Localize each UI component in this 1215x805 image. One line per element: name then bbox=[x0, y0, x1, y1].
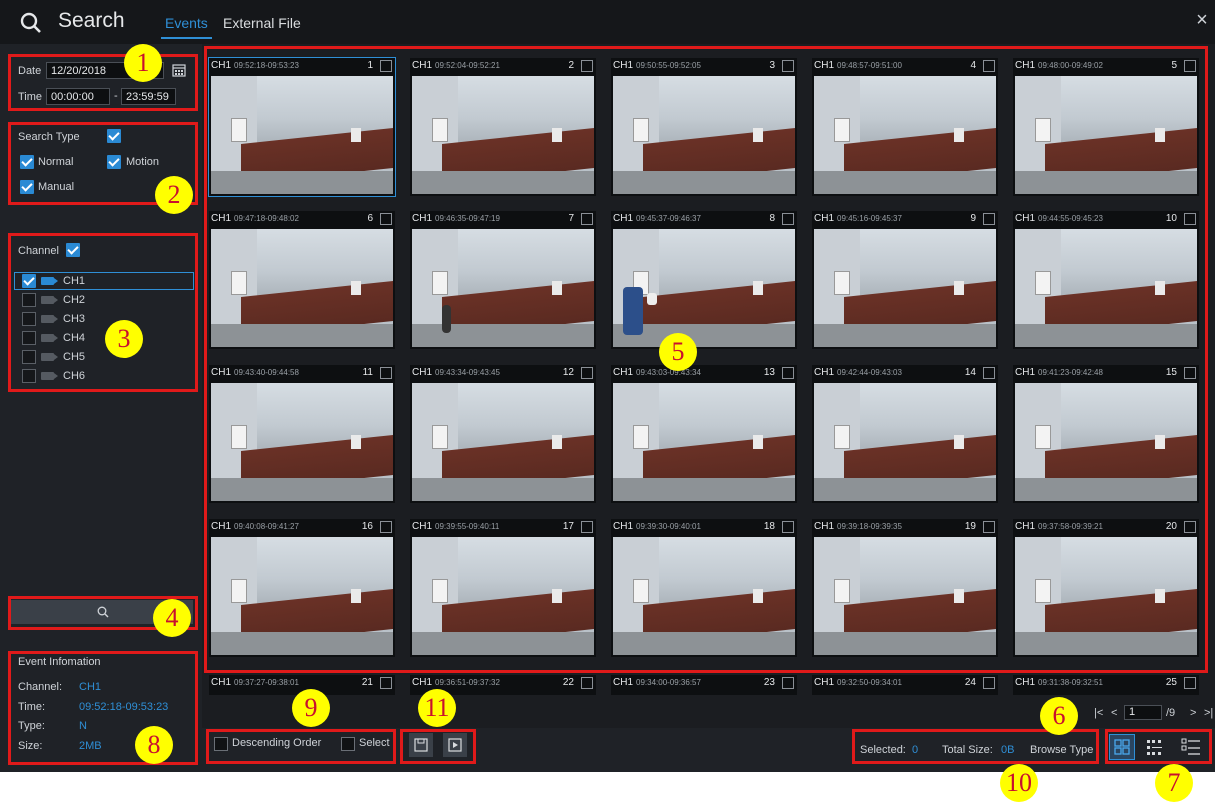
thumbnail-checkbox[interactable] bbox=[983, 677, 995, 689]
callout-badge: 6 bbox=[1040, 697, 1078, 735]
callout-badge: 5 bbox=[659, 333, 697, 371]
callout-badge: 1 bbox=[124, 44, 162, 82]
thumbnail-channel: CH1 bbox=[1015, 677, 1036, 688]
thumbnail-channel: CH1 bbox=[412, 677, 433, 688]
annotation-box-3 bbox=[8, 233, 198, 392]
thumbnail-time: 09:37:27-09:38:01 bbox=[234, 678, 299, 687]
thumbnail-channel: CH1 bbox=[613, 677, 634, 688]
thumbnail-checkbox[interactable] bbox=[380, 677, 392, 689]
thumbnail-header: CH1 09:34:00-09:36:57 23 bbox=[611, 675, 797, 691]
thumbnail-index: 24 bbox=[964, 677, 976, 688]
annotation-box-7 bbox=[1105, 729, 1212, 764]
annotation-box-5 bbox=[204, 46, 1208, 673]
page-title: Search bbox=[58, 9, 125, 32]
thumbnail-checkbox[interactable] bbox=[581, 677, 593, 689]
callout-badge: 7 bbox=[1155, 764, 1193, 802]
annotation-box-9 bbox=[206, 729, 396, 764]
callout-badge: 4 bbox=[153, 599, 191, 637]
active-tab-indicator bbox=[161, 37, 212, 39]
close-button[interactable]: × bbox=[1193, 10, 1211, 30]
thumbnail-header: CH1 09:31:38-09:32:51 25 bbox=[1013, 675, 1199, 691]
thumbnail-checkbox[interactable] bbox=[782, 677, 794, 689]
search-icon bbox=[20, 12, 41, 33]
tab-events[interactable]: Events bbox=[165, 15, 208, 31]
thumbnail-index: 25 bbox=[1165, 677, 1177, 688]
callout-badge: 3 bbox=[105, 320, 143, 358]
annotation-box-11 bbox=[400, 729, 476, 764]
thumbnail-header: CH1 09:37:27-09:38:01 21 bbox=[209, 675, 395, 691]
thumbnail-header: CH1 09:32:50-09:34:01 24 bbox=[812, 675, 998, 691]
callout-badge: 10 bbox=[1000, 764, 1038, 802]
thumbnail-time: 09:34:00-09:36:57 bbox=[636, 678, 701, 687]
thumbnail-time: 09:32:50-09:34:01 bbox=[837, 678, 902, 687]
top-bar: Search Events External File × bbox=[0, 0, 1215, 44]
event-thumbnail[interactable]: CH1 09:32:50-09:34:01 24 bbox=[812, 675, 998, 695]
thumbnail-time: 09:31:38-09:32:51 bbox=[1038, 678, 1103, 687]
event-thumbnail[interactable]: CH1 09:34:00-09:36:57 23 bbox=[611, 675, 797, 695]
callout-badge: 2 bbox=[155, 176, 193, 214]
thumbnail-channel: CH1 bbox=[814, 677, 835, 688]
thumbnail-channel: CH1 bbox=[211, 677, 232, 688]
tab-external-file[interactable]: External File bbox=[223, 15, 301, 31]
thumbnail-time: 09:36:51-09:37:32 bbox=[435, 678, 500, 687]
annotation-box-1 bbox=[8, 54, 198, 111]
thumbnail-index: 21 bbox=[361, 677, 373, 688]
event-thumbnail[interactable]: CH1 09:31:38-09:32:51 25 bbox=[1013, 675, 1199, 695]
callout-badge: 9 bbox=[292, 689, 330, 727]
callout-badge: 11 bbox=[418, 689, 456, 727]
annotation-box-6 bbox=[1093, 700, 1213, 725]
thumbnail-checkbox[interactable] bbox=[1184, 677, 1196, 689]
thumbnail-index: 22 bbox=[562, 677, 574, 688]
thumbnail-index: 23 bbox=[763, 677, 775, 688]
callout-badge: 8 bbox=[135, 726, 173, 764]
